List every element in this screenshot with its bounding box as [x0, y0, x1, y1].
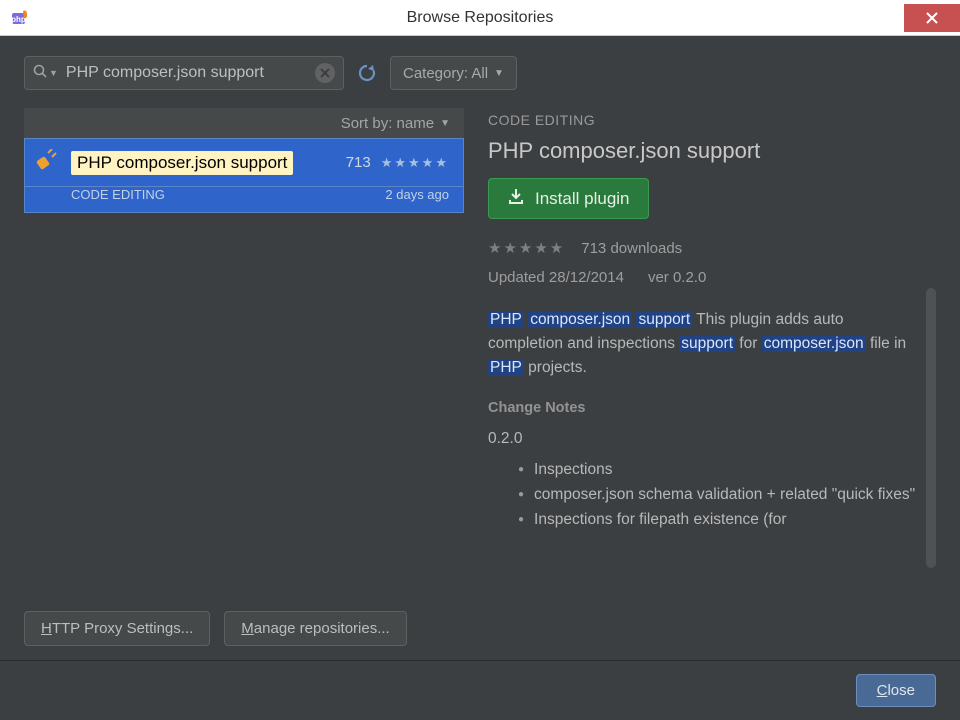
install-plugin-label: Install plugin: [535, 189, 630, 209]
category-filter-dropdown[interactable]: Category: All ▼: [390, 56, 517, 90]
search-input[interactable]: [64, 63, 315, 83]
window-title: Browse Repositories: [0, 9, 960, 27]
install-plugin-button[interactable]: Install plugin: [488, 178, 649, 219]
detail-rating-stars: ★★★★★: [488, 239, 565, 257]
change-notes-list: Inspectionscomposer.json schema validati…: [518, 458, 920, 532]
detail-updated: Updated 28/12/2014: [488, 269, 624, 286]
close-button[interactable]: Close: [856, 674, 936, 707]
result-item-category: CODE EDITING: [71, 187, 165, 202]
search-clear-button[interactable]: [315, 63, 335, 83]
plugin-icon: [33, 149, 61, 176]
bottom-button-row: HTTP Proxy Settings... Manage repositori…: [24, 593, 936, 660]
category-filter-label: Category: All: [403, 65, 488, 82]
detail-version: ver 0.2.0: [648, 269, 706, 286]
search-icon: [33, 64, 47, 82]
change-note-item: composer.json schema validation + relate…: [518, 483, 920, 508]
download-icon: [507, 187, 525, 210]
dialog-window: php Browse Repositories ▼: [0, 0, 960, 720]
window-close-button[interactable]: [904, 4, 960, 32]
detail-downloads: 713 downloads: [581, 240, 682, 257]
detail-scrollbar[interactable]: [926, 288, 936, 568]
detail-title: PHP composer.json support: [488, 138, 920, 164]
result-list: PHP composer.json support 713 ★★★★★ CODE…: [24, 138, 464, 593]
detail-category: CODE EDITING: [488, 112, 920, 128]
result-item-name: PHP composer.json support: [71, 151, 293, 175]
change-note-item: Inspections for filepath existence (for: [518, 508, 920, 533]
split-pane: Sort by: name ▼: [24, 108, 936, 593]
app-icon: php: [10, 8, 30, 28]
toolbar: ▼ Category: All ▼: [24, 56, 936, 90]
change-note-item: Inspections: [518, 458, 920, 483]
svg-text:php: php: [11, 15, 26, 24]
detail-description: PHP composer.json support This plugin ad…: [488, 308, 920, 380]
manage-repositories-button[interactable]: Manage repositories...: [224, 611, 406, 646]
result-item-rating: ★★★★★: [381, 155, 449, 171]
sort-bar[interactable]: Sort by: name ▼: [24, 108, 464, 138]
titlebar: php Browse Repositories: [0, 0, 960, 36]
change-notes-version: 0.2.0: [488, 430, 920, 448]
sort-label: Sort by: name: [341, 115, 434, 132]
results-pane: Sort by: name ▼: [24, 108, 464, 593]
search-field[interactable]: ▼: [24, 56, 344, 90]
dialog-footer: Close: [0, 660, 960, 720]
chevron-down-icon: ▼: [440, 118, 450, 129]
http-proxy-settings-button[interactable]: HTTP Proxy Settings...: [24, 611, 210, 646]
result-item-age: 2 days ago: [385, 187, 449, 202]
content-area: ▼ Category: All ▼ Sor: [0, 36, 960, 660]
search-options-dropdown-icon[interactable]: ▼: [49, 68, 58, 78]
result-item-downloads: 713: [346, 154, 371, 171]
result-item[interactable]: PHP composer.json support 713 ★★★★★ CODE…: [24, 138, 464, 213]
detail-pane: CODE EDITING PHP composer.json support I…: [484, 108, 936, 593]
change-notes-heading: Change Notes: [488, 400, 920, 416]
chevron-down-icon: ▼: [494, 68, 504, 79]
refresh-button[interactable]: [356, 62, 378, 84]
